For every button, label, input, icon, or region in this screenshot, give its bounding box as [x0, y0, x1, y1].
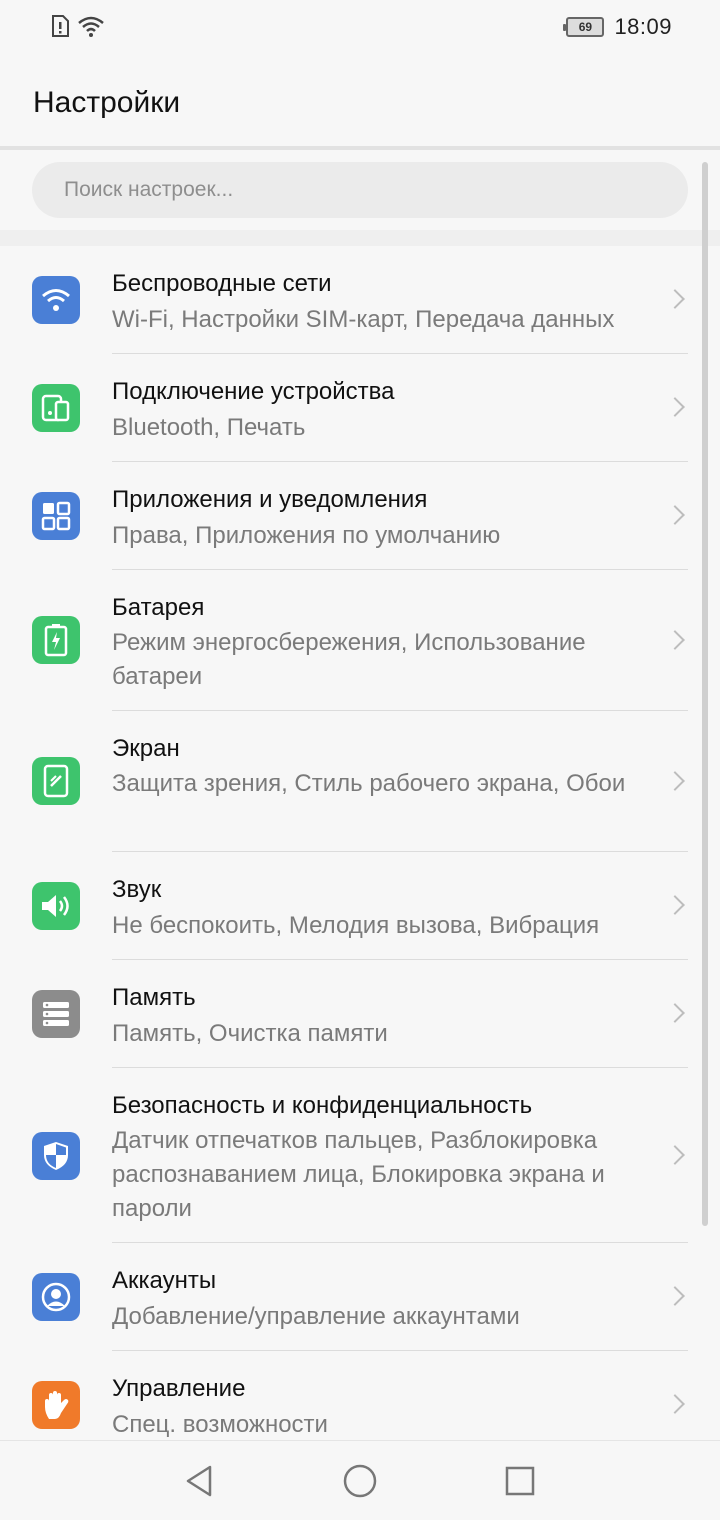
- item-title: Беспроводные сети: [112, 270, 332, 297]
- item-subtitle: Не беспокоить, Мелодия вызова, Вибрация: [112, 912, 600, 939]
- navigation-bar: [0, 1440, 720, 1520]
- item-title: Аккаунты: [112, 1267, 217, 1294]
- item-title: Подключение устройства: [112, 378, 395, 405]
- item-subtitle: Wi-Fi, Настройки SIM-карт, Передача данн…: [112, 306, 615, 333]
- item-title: Звук: [112, 876, 162, 903]
- settings-item-device-connection[interactable]: Подключение устройства Bluetooth, Печать: [0, 354, 720, 462]
- status-bar: 69 18:09: [0, 0, 720, 56]
- item-title: Приложения и уведомления: [112, 486, 428, 513]
- item-subtitle: Защита зрения, Стиль рабочего экрана, Об…: [112, 770, 626, 797]
- settings-item-apps[interactable]: Приложения и уведомления Права, Приложен…: [0, 462, 720, 570]
- apps-grid-icon: [32, 492, 80, 540]
- settings-item-display[interactable]: Экран Защита зрения, Стиль рабочего экра…: [0, 711, 720, 852]
- item-title: Экран: [112, 735, 180, 762]
- settings-item-security[interactable]: Безопасность и конфиденциальность Датчик…: [0, 1068, 720, 1243]
- item-subtitle: Bluetooth, Печать: [112, 414, 306, 441]
- status-icons-right: 69 18:09: [563, 14, 672, 40]
- account-icon: [32, 1273, 80, 1321]
- search-field[interactable]: Поиск настроек...: [32, 162, 688, 218]
- speaker-icon: [32, 882, 80, 930]
- item-title: Управление: [112, 1375, 246, 1402]
- status-icons-left: [50, 14, 106, 38]
- search-input[interactable]: Поиск настроек...: [64, 178, 233, 202]
- settings-list: Беспроводные сети Wi-Fi, Настройки SIM-к…: [0, 246, 720, 1451]
- header-divider: [0, 146, 720, 150]
- back-icon[interactable]: [182, 1463, 218, 1499]
- page-title: Настройки: [33, 86, 181, 119]
- chevron-right-icon: [665, 1145, 685, 1165]
- wifi-status-icon: [78, 16, 104, 37]
- item-subtitle: Режим энергосбережения, Использование ба…: [112, 629, 586, 690]
- app-header: Настройки: [0, 56, 720, 148]
- hand-icon: [32, 1381, 80, 1429]
- settings-item-wireless[interactable]: Беспроводные сети Wi-Fi, Настройки SIM-к…: [0, 246, 720, 354]
- settings-item-battery[interactable]: Батарея Режим энергосбережения, Использо…: [0, 570, 720, 711]
- sim-alert-icon: [52, 15, 69, 37]
- home-icon[interactable]: [342, 1463, 378, 1499]
- item-subtitle: Спец. возможности: [112, 1411, 328, 1438]
- wifi-icon: [32, 276, 80, 324]
- display-icon: [32, 757, 80, 805]
- item-subtitle: Добавление/управление аккаунтами: [112, 1303, 520, 1330]
- settings-item-accessibility[interactable]: Управление Спец. возможности: [0, 1351, 720, 1451]
- item-subtitle: Датчик отпечатков пальцев, Разблокировка…: [112, 1127, 605, 1222]
- settings-item-accounts[interactable]: Аккаунты Добавление/управление аккаунтам…: [0, 1243, 720, 1351]
- settings-item-sound[interactable]: Звук Не беспокоить, Мелодия вызова, Вибр…: [0, 852, 720, 960]
- item-subtitle: Память, Очистка памяти: [112, 1020, 388, 1047]
- shield-icon: [32, 1132, 80, 1180]
- battery-level: 69: [578, 20, 593, 34]
- item-title: Батарея: [112, 594, 205, 621]
- item-title: Память: [112, 984, 196, 1011]
- device-connection-icon: [32, 384, 80, 432]
- item-subtitle: Права, Приложения по умолчанию: [112, 522, 501, 549]
- storage-icon: [32, 990, 80, 1038]
- recents-icon[interactable]: [502, 1463, 538, 1499]
- battery-icon: [32, 616, 80, 664]
- section-divider: [0, 230, 720, 246]
- settings-item-storage[interactable]: Память Память, Очистка памяти: [0, 960, 720, 1068]
- status-time: 18:09: [614, 14, 672, 39]
- battery-indicator: 69: [563, 17, 605, 37]
- item-title: Безопасность и конфиденциальность: [112, 1092, 533, 1119]
